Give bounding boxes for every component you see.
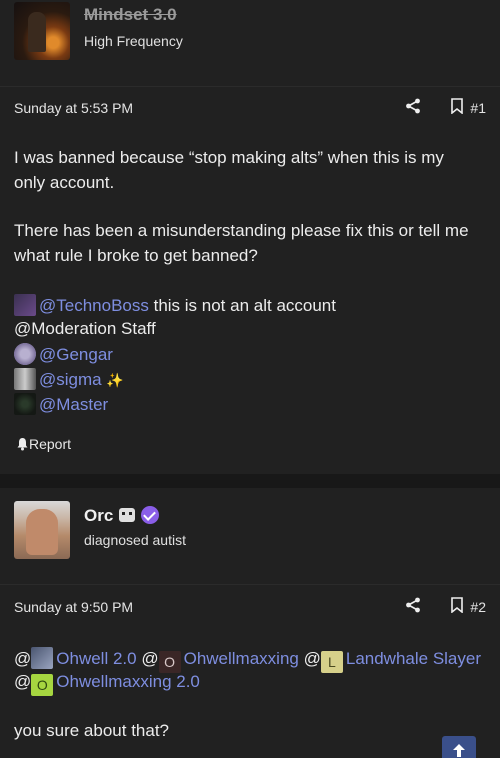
post-author-header: Mindset 3.0 High Frequency	[0, 0, 500, 87]
mention-technoboss[interactable]: @TechnoBoss	[39, 296, 149, 315]
post-author-header: Orc diagnosed autist	[0, 488, 500, 585]
mention-avatar: O	[31, 674, 54, 696]
post-text-line: you sure about that?	[14, 721, 170, 740]
mention-ohwell[interactable]: Ohwell 2.0	[56, 649, 136, 668]
verified-badge-icon	[141, 506, 160, 524]
post-meta: Sunday at 9:50 PM #2	[14, 596, 486, 620]
avatar[interactable]	[14, 501, 70, 559]
mention-note: this is not an alt account	[148, 296, 336, 315]
mention-avatar: O	[158, 651, 181, 673]
mention-ohwellmaxxing[interactable]: Ohwellmaxxing	[184, 649, 299, 668]
at-symbol: @	[303, 649, 321, 668]
post-number[interactable]: #1	[470, 100, 486, 116]
report-label: Report	[29, 436, 72, 452]
mention-line: @Master	[14, 393, 494, 415]
mention-line: @TechnoBoss this is not an alt account	[14, 294, 494, 316]
sparkle-icon: ✨	[106, 372, 124, 388]
post-number[interactable]: #2	[470, 599, 486, 615]
mention-line: @ O Ohwellmaxxing 2.0	[14, 672, 494, 696]
mention-avatar: L	[320, 651, 343, 673]
share-icon[interactable]	[405, 597, 421, 613]
post-meta: Sunday at 5:53 PM #1	[14, 97, 486, 121]
mention-avatar	[14, 393, 36, 415]
share-icon[interactable]	[405, 98, 421, 114]
mention-line: @Gengar	[14, 343, 494, 365]
username[interactable]: Mindset 3.0	[84, 5, 177, 25]
mention-gengar[interactable]: @Gengar	[39, 345, 113, 364]
report-button[interactable]: Report	[16, 436, 71, 452]
mention-line: @sigma ✨	[14, 368, 494, 390]
mention-avatar	[14, 294, 36, 316]
post-text-line: There has been a misunderstanding please…	[14, 221, 469, 240]
mention-master[interactable]: @Master	[39, 395, 108, 414]
username-row: Orc	[84, 506, 160, 526]
post-text-line: what rule I broke to get banned?	[14, 246, 258, 265]
user-title: High Frequency	[84, 33, 183, 49]
username[interactable]: Orc	[84, 506, 113, 525]
mention-avatar	[14, 368, 36, 390]
post-2: Orc diagnosed autist Sunday at 9:50 PM #…	[0, 488, 500, 758]
mention-moderation-staff[interactable]: @Moderation Staff	[14, 319, 494, 339]
post-date[interactable]: Sunday at 5:53 PM	[14, 100, 133, 116]
at-symbol: @	[141, 649, 159, 668]
bookmark-icon[interactable]	[450, 597, 464, 613]
post-separator	[0, 474, 500, 488]
at-symbol: @	[14, 649, 32, 668]
avatar[interactable]	[14, 2, 70, 60]
arrow-up-icon	[453, 744, 465, 757]
mention-line: @ Ohwell 2.0 @ O Ohwellmaxxing @ L Landwhale …	[14, 647, 494, 673]
user-title: diagnosed autist	[84, 532, 186, 548]
mention-sigma[interactable]: @sigma	[39, 370, 102, 389]
scroll-to-top-button[interactable]	[442, 736, 476, 758]
bell-icon	[17, 438, 28, 451]
mention-landwhale-slayer[interactable]: Landwhale Slayer	[346, 649, 481, 668]
post-1: Mindset 3.0 High Frequency Sunday at 5:5…	[0, 0, 500, 474]
post-text-line: I was banned because “stop making alts” …	[14, 148, 444, 167]
at-symbol: @	[14, 672, 32, 691]
robot-icon	[119, 508, 136, 522]
mention-ohwellmaxxing-2[interactable]: Ohwellmaxxing 2.0	[56, 672, 200, 691]
mention-avatar	[14, 343, 36, 365]
post-text-line: only account.	[14, 173, 115, 192]
bookmark-icon[interactable]	[450, 98, 464, 114]
post-date[interactable]: Sunday at 9:50 PM	[14, 599, 133, 615]
mention-avatar	[31, 647, 54, 669]
